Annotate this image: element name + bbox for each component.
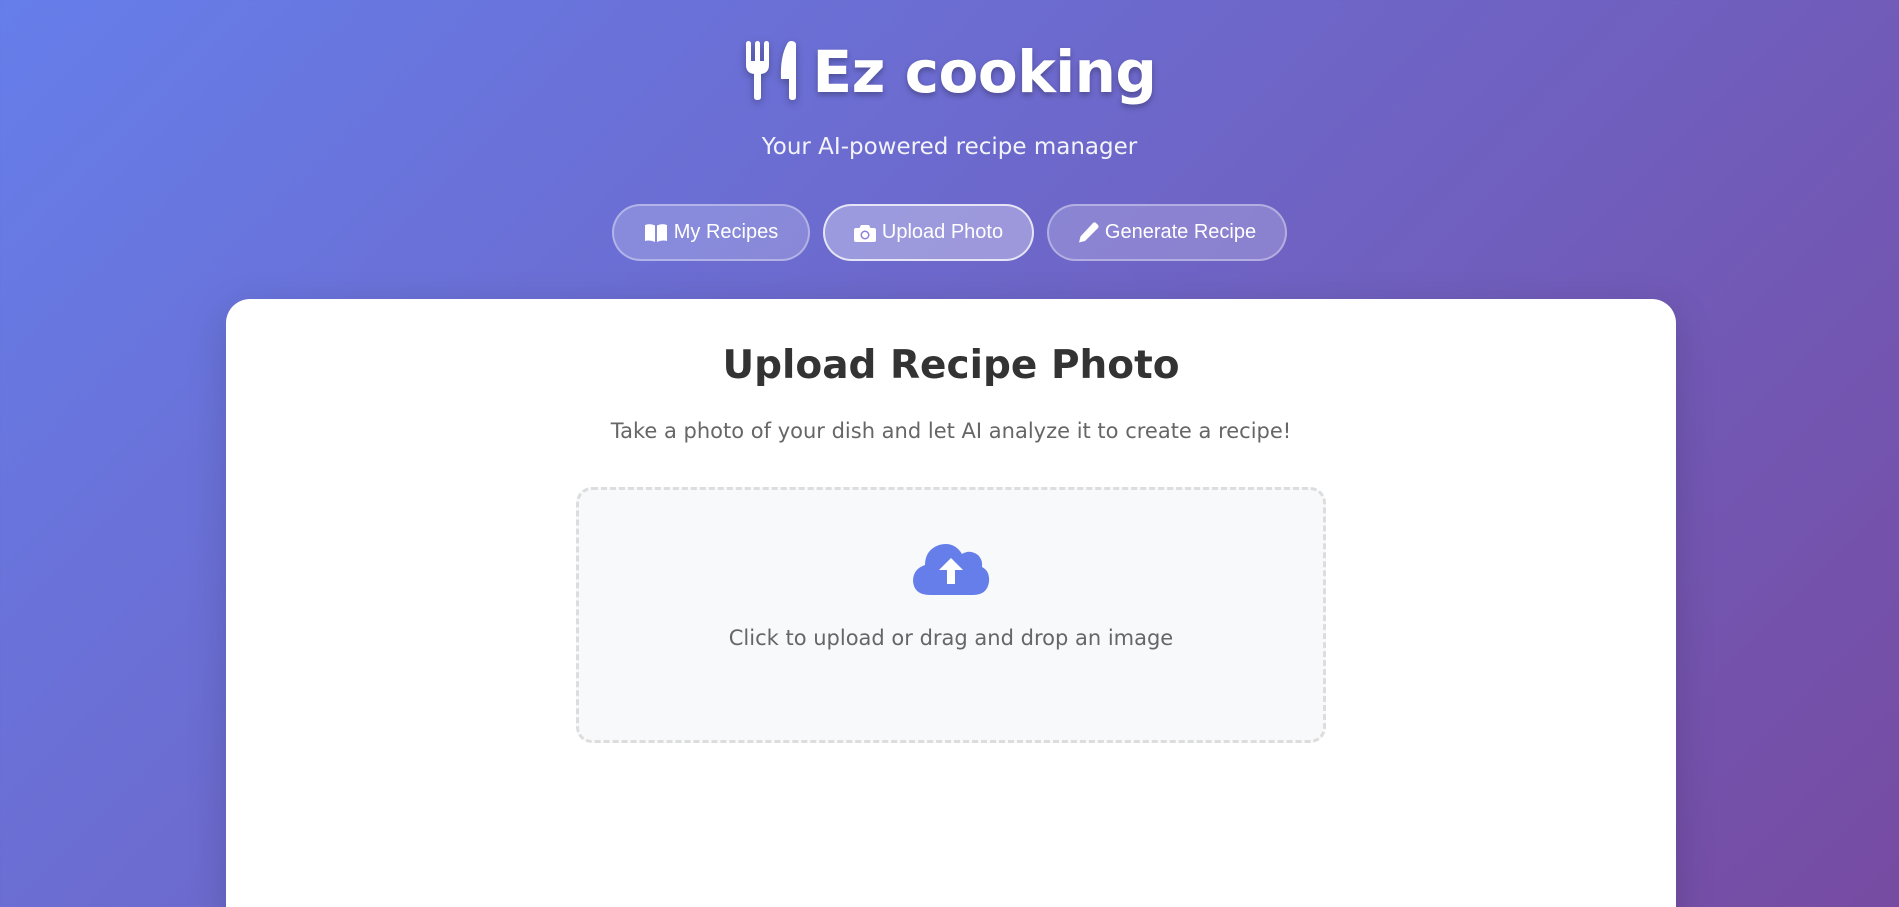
upload-description: Take a photo of your dish and let AI ana… xyxy=(610,419,1292,443)
app-title: Ez cooking xyxy=(812,38,1157,106)
upload-dropzone[interactable]: Click to upload or drag and drop an imag… xyxy=(576,487,1326,743)
book-open-icon xyxy=(644,223,668,243)
main-nav: My Recipes Upload Photo Generate Recipe xyxy=(0,204,1899,261)
nav-generate-recipe-button[interactable]: Generate Recipe xyxy=(1047,204,1287,261)
app-logo: Ez cooking xyxy=(0,36,1899,108)
upload-title: Upload Recipe Photo xyxy=(722,343,1180,388)
app-subtitle: Your AI-powered recipe manager xyxy=(761,134,1138,160)
utensils-icon xyxy=(743,39,799,105)
nav-upload-photo-button[interactable]: Upload Photo xyxy=(823,204,1034,261)
upload-card: Upload Recipe Photo Take a photo of your… xyxy=(226,299,1676,907)
camera-icon xyxy=(853,223,876,243)
nav-my-recipes-label: My Recipes xyxy=(673,221,779,243)
nav-upload-photo-label: Upload Photo xyxy=(881,221,1004,243)
nav-generate-recipe-label: Generate Recipe xyxy=(1104,221,1257,243)
cloud-upload-icon xyxy=(579,540,1323,596)
pencil-icon xyxy=(1078,222,1099,243)
dropzone-text: Click to upload or drag and drop an imag… xyxy=(728,626,1174,650)
nav-my-recipes-button[interactable]: My Recipes xyxy=(612,204,810,261)
